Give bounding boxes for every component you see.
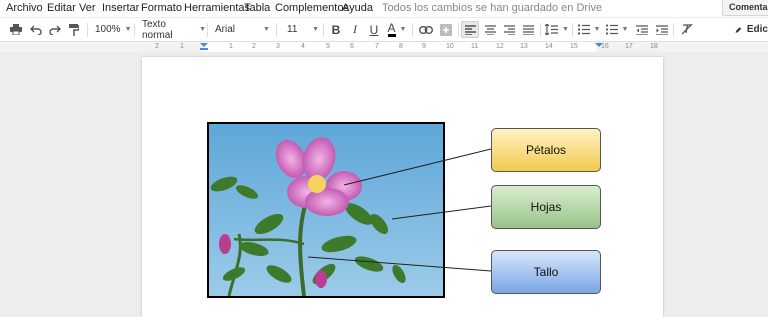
print-icon[interactable] xyxy=(8,21,24,38)
ruler-label: 18 xyxy=(650,43,658,50)
toolbar-separator xyxy=(540,23,541,37)
style-value: Texto normal xyxy=(142,18,173,41)
ruler-label: 17 xyxy=(625,43,633,50)
menu-formato[interactable]: Formato xyxy=(141,2,182,14)
toolbar-separator xyxy=(207,23,208,37)
ruler-label: 2 xyxy=(252,43,256,50)
menu-tabla[interactable]: Tabla xyxy=(244,2,270,14)
menu-ver[interactable]: Ver xyxy=(79,2,96,14)
ruler-label: 5 xyxy=(326,43,330,50)
ruler-label: 12 xyxy=(496,43,504,50)
paint-format-icon[interactable] xyxy=(66,21,82,38)
line-spacing-icon[interactable]: ▼ xyxy=(545,21,569,38)
font-size-select[interactable]: 11 ▼ xyxy=(287,21,319,38)
numbered-list-icon[interactable]: ▼ xyxy=(577,21,601,38)
menu-complementos[interactable]: Complementos xyxy=(275,2,349,14)
align-center-icon[interactable] xyxy=(482,21,498,38)
ruler-label: 15 xyxy=(570,43,578,50)
clear-formatting-icon[interactable] xyxy=(679,21,695,38)
save-status[interactable]: Todos los cambios se han guardado en Dri… xyxy=(382,2,602,14)
toolbar: 100% ▼ Texto normal ▼ Arial ▼ 11 ▼ B I U A ▼ … xyxy=(0,18,768,42)
font-select[interactable]: Arial ▼ xyxy=(215,21,271,38)
bold-icon[interactable]: B xyxy=(329,21,343,38)
chevron-down-icon: ▼ xyxy=(621,26,629,33)
toolbar-separator xyxy=(134,23,135,37)
flower-photo[interactable] xyxy=(207,122,445,298)
toolbar-separator xyxy=(412,23,413,37)
menu-editar[interactable]: Editar xyxy=(47,2,76,14)
align-left-icon[interactable] xyxy=(461,21,479,38)
toolbar-separator xyxy=(572,23,573,37)
chevron-down-icon: ▼ xyxy=(312,26,319,33)
ruler-label: 2 xyxy=(155,43,159,50)
ruler-label: 8 xyxy=(399,43,403,50)
menu-insertar[interactable]: Insertar xyxy=(102,2,139,14)
right-indent-marker-icon[interactable] xyxy=(594,42,604,52)
pencil-icon xyxy=(735,26,742,33)
insert-comment-icon[interactable] xyxy=(438,21,454,38)
ruler-label: 1 xyxy=(229,43,233,50)
toolbar-separator xyxy=(87,23,88,37)
italic-icon[interactable]: I xyxy=(348,21,362,38)
toolbar-separator xyxy=(458,23,459,37)
decrease-indent-icon[interactable] xyxy=(634,21,650,38)
ruler-label: 9 xyxy=(422,43,426,50)
zoom-value: 100% xyxy=(95,24,121,35)
chevron-down-icon: ▼ xyxy=(399,26,407,33)
menu-ayuda[interactable]: Ayuda xyxy=(342,2,373,14)
label-petalos[interactable]: Pétalos xyxy=(491,128,601,172)
menu-bar: Archivo Editar Ver Insertar Formato Herr… xyxy=(0,0,768,17)
editing-mode-label: Edic xyxy=(746,24,768,35)
increase-indent-icon[interactable] xyxy=(654,21,670,38)
toolbar-separator xyxy=(323,23,324,37)
label-hojas[interactable]: Hojas xyxy=(491,185,601,229)
toolbar-separator xyxy=(673,23,674,37)
style-select[interactable]: Texto normal ▼ xyxy=(142,18,206,41)
comments-button[interactable]: Comentarios xyxy=(722,0,768,16)
ruler-label: 14 xyxy=(545,43,553,50)
chevron-down-icon: ▼ xyxy=(199,26,206,33)
ruler-label: 11 xyxy=(471,43,479,50)
font-size-value: 11 xyxy=(287,24,298,35)
ruler-label: 4 xyxy=(301,43,305,50)
chevron-down-icon: ▼ xyxy=(562,26,569,33)
editing-mode-button[interactable]: Edic xyxy=(735,21,768,38)
chevron-down-icon: ▼ xyxy=(263,26,270,33)
ruler-label: 13 xyxy=(520,43,528,50)
toolbar-separator xyxy=(276,23,277,37)
chevron-down-icon: ▼ xyxy=(124,26,132,33)
ruler[interactable]: 2 1 1 2 3 4 5 6 7 8 9 10 11 12 13 14 15 … xyxy=(0,42,768,52)
text-color-icon[interactable]: A ▼ xyxy=(386,21,408,38)
align-right-icon[interactable] xyxy=(501,21,517,38)
ruler-label: 1 xyxy=(180,43,184,50)
bulleted-list-icon[interactable]: ▼ xyxy=(605,21,629,38)
zoom-select[interactable]: 100% ▼ xyxy=(95,21,132,38)
chevron-down-icon: ▼ xyxy=(593,26,601,33)
font-value: Arial xyxy=(215,24,236,35)
undo-icon[interactable] xyxy=(28,21,44,38)
underline-icon[interactable]: U xyxy=(367,21,381,38)
ruler-label: 7 xyxy=(375,43,379,50)
ruler-label: 6 xyxy=(350,43,354,50)
label-tallo[interactable]: Tallo xyxy=(491,250,601,294)
redo-icon[interactable] xyxy=(47,21,63,38)
link-icon[interactable] xyxy=(418,21,434,38)
menu-archivo[interactable]: Archivo xyxy=(6,2,43,14)
justify-icon[interactable] xyxy=(520,21,536,38)
ruler-label: 3 xyxy=(276,43,280,50)
menu-herramientas[interactable]: Herramientas xyxy=(184,2,250,14)
ruler-label: 10 xyxy=(446,43,454,50)
indent-marker-icon[interactable] xyxy=(199,42,209,52)
